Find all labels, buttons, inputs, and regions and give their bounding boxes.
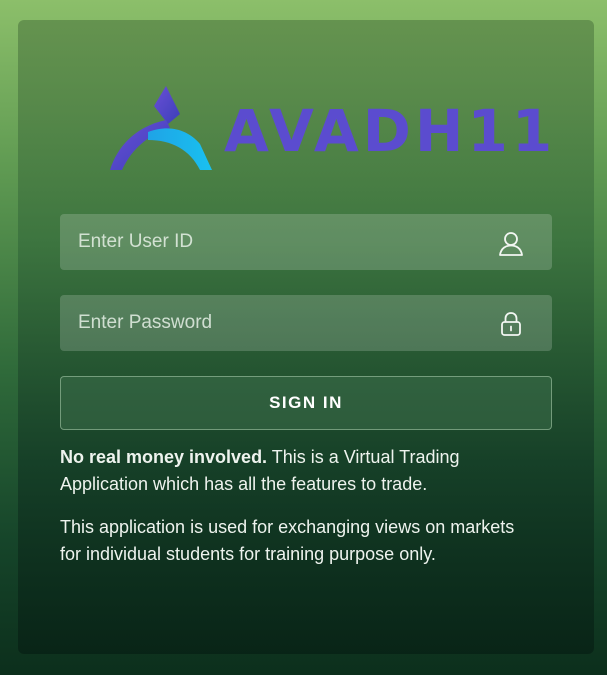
purpose-text: This application is used for exchanging …: [60, 517, 515, 564]
user-icon: [499, 232, 523, 256]
login-card: AVADH11 SIGN IN No real money involved. …: [18, 20, 594, 654]
user-id-field[interactable]: [60, 214, 552, 270]
logo-mark-icon: [110, 86, 212, 170]
user-id-input[interactable]: [60, 214, 498, 270]
disclaimer-bold: No real money involved.: [60, 447, 268, 467]
brand-logo: AVADH11: [108, 84, 552, 174]
sign-in-button[interactable]: SIGN IN: [60, 376, 552, 430]
disclaimer-text: No real money involved. This is a Virtua…: [60, 444, 530, 498]
lock-icon: [501, 312, 521, 336]
brand-name: AVADH11: [224, 97, 557, 165]
password-input[interactable]: [60, 295, 498, 351]
password-field[interactable]: [60, 295, 552, 351]
